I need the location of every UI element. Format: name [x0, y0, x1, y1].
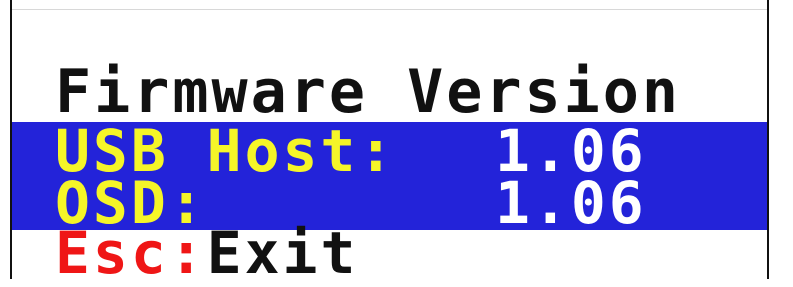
top-screen-border [12, 0, 767, 10]
escape-exit-command[interactable]: Esc:Exit [55, 224, 358, 282]
right-screen-border [767, 0, 793, 279]
exit-action-label: Exit [206, 219, 359, 287]
escape-key-label: Esc: [55, 219, 207, 287]
firmware-version-title: Firmware Version [55, 57, 681, 127]
firmware-osd-screen: Firmware Version USB Host: 1.06 OSD: 1.0… [0, 0, 793, 282]
left-screen-border [0, 0, 12, 279]
osd-version-value: 1.06 [495, 169, 647, 237]
